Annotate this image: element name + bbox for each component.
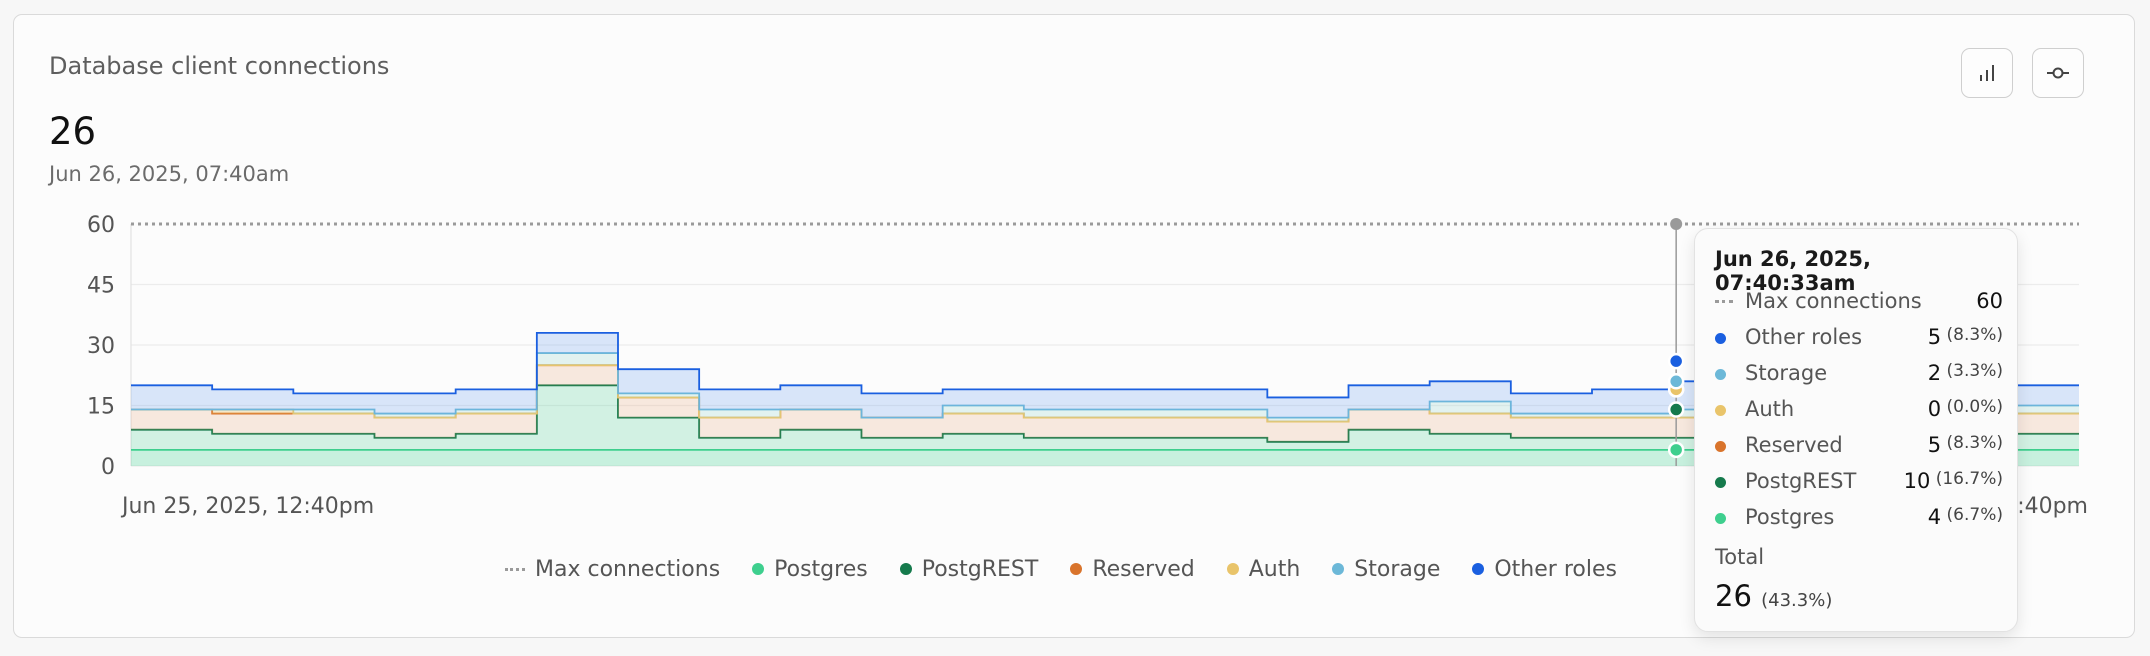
tooltip-row-pct: (3.3%) xyxy=(1941,361,2003,381)
tooltip-total-label: Total xyxy=(1715,545,1765,569)
tooltip-row: Reserved 5 (8.3%) xyxy=(1715,431,2003,461)
tooltip-marker xyxy=(1715,477,1726,488)
tooltip-row: Other roles 5 (8.3%) xyxy=(1715,323,2003,353)
legend-label: PostgREST xyxy=(921,556,1039,582)
tooltip-row-label: Postgres xyxy=(1745,505,1835,529)
tooltip-row-label: Other roles xyxy=(1745,325,1863,349)
y-tick-label: 15 xyxy=(87,395,115,420)
tooltip-row: Max connections 60 xyxy=(1715,287,2003,317)
tooltip-marker xyxy=(1715,405,1726,416)
legend-dot-marker xyxy=(1070,563,1083,575)
legend-label: Reserved xyxy=(1092,556,1195,582)
tooltip-row-label: PostgREST xyxy=(1745,469,1857,493)
legend-label: Max connections xyxy=(535,556,721,582)
legend-item[interactable]: Reserved xyxy=(1070,556,1195,582)
tooltip-row-pct: (6.7%) xyxy=(1941,505,2003,525)
tooltip-row-pct: (0.0%) xyxy=(1941,397,2003,417)
tooltip-row-number: 5 xyxy=(1927,433,1942,457)
tooltip-row-pct: (8.3%) xyxy=(1941,433,2003,453)
tooltip-total-pct: (43.3%) xyxy=(1761,590,1833,611)
legend-dot-marker xyxy=(752,563,765,575)
hover-point xyxy=(1667,441,1685,459)
legend-label: Auth xyxy=(1248,556,1301,582)
tooltip-row: Postgres 4 (6.7%) xyxy=(1715,503,2003,533)
legend-item[interactable]: PostgREST xyxy=(899,556,1039,582)
hover-point xyxy=(1667,401,1685,418)
tooltip-row-pct: (16.7%) xyxy=(1930,469,2003,489)
legend-dot-marker xyxy=(1472,563,1485,575)
legend-label: Postgres xyxy=(774,556,868,582)
tooltip-row-value: 0 (0.0%) xyxy=(1928,397,2003,421)
hover-point xyxy=(1667,373,1685,390)
x-tick-label: :40pm xyxy=(2017,494,2088,519)
tooltip-row: PostgREST 10 (16.7%) xyxy=(1715,467,2003,497)
tooltip-row-value: 5 (8.3%) xyxy=(1928,433,2003,457)
chart-legend: Max connections Postgres PostgREST Reserved… xyxy=(505,554,1649,584)
tooltip-marker xyxy=(1715,300,1733,303)
y-tick-label: 60 xyxy=(87,213,115,238)
tooltip-row-label: Reserved xyxy=(1745,433,1843,457)
tooltip-row-number: 4 xyxy=(1927,505,1942,529)
y-tick-label: 30 xyxy=(87,334,115,359)
tooltip-row-label: Auth xyxy=(1745,397,1795,421)
tooltip-marker xyxy=(1715,333,1726,344)
tooltip-total: 26 (43.3%) xyxy=(1715,579,1832,613)
legend-item[interactable]: Max connections xyxy=(505,557,720,582)
tooltip-row-value: 60 xyxy=(1976,289,2003,313)
legend-item[interactable]: Storage xyxy=(1332,557,1440,582)
tooltip-marker xyxy=(1715,513,1726,524)
legend-label: Storage xyxy=(1354,556,1441,582)
tooltip-row-label: Storage xyxy=(1745,361,1828,385)
legend-dot-marker xyxy=(1226,563,1239,575)
tooltip-row-pct: (8.3%) xyxy=(1941,325,2003,345)
tooltip-row-value: 2 (3.3%) xyxy=(1928,361,2003,385)
tooltip-marker xyxy=(1715,441,1726,452)
hover-point-max xyxy=(1670,218,1683,230)
tooltip-row-number: 5 xyxy=(1927,325,1942,349)
y-tick-label: 45 xyxy=(87,274,115,299)
tooltip-row-number: 10 xyxy=(1903,469,1931,493)
tooltip-row-value: 4 (6.7%) xyxy=(1928,505,2003,529)
y-tick-label: 0 xyxy=(101,455,115,480)
tooltip-row-number: 2 xyxy=(1927,361,1942,385)
chart-tooltip: Jun 26, 2025, 07:40:33am Max connections… xyxy=(1694,228,2018,632)
legend-item[interactable]: Other roles xyxy=(1472,557,1617,582)
tooltip-row-number: 0 xyxy=(1927,397,1942,421)
legend-dot-marker xyxy=(899,563,912,575)
legend-dash-marker xyxy=(505,567,525,571)
legend-item[interactable]: Auth xyxy=(1226,556,1301,582)
hover-point xyxy=(1667,352,1685,370)
legend-item[interactable]: Postgres xyxy=(752,557,868,582)
tooltip-row-number: 60 xyxy=(1976,289,2003,313)
tooltip-total-value: 26 xyxy=(1715,579,1752,613)
legend-label: Other roles xyxy=(1494,556,1617,582)
legend-dot-marker xyxy=(1332,563,1345,575)
tooltip-row: Storage 2 (3.3%) xyxy=(1715,359,2003,389)
tooltip-marker xyxy=(1715,369,1726,380)
tooltip-row-value: 10 (16.7%) xyxy=(1904,469,2003,493)
tooltip-row-label: Max connections xyxy=(1745,289,1922,313)
x-tick-label: Jun 25, 2025, 12:40pm xyxy=(120,494,374,519)
tooltip-row-value: 5 (8.3%) xyxy=(1928,325,2003,349)
tooltip-row: Auth 0 (0.0%) xyxy=(1715,395,2003,425)
